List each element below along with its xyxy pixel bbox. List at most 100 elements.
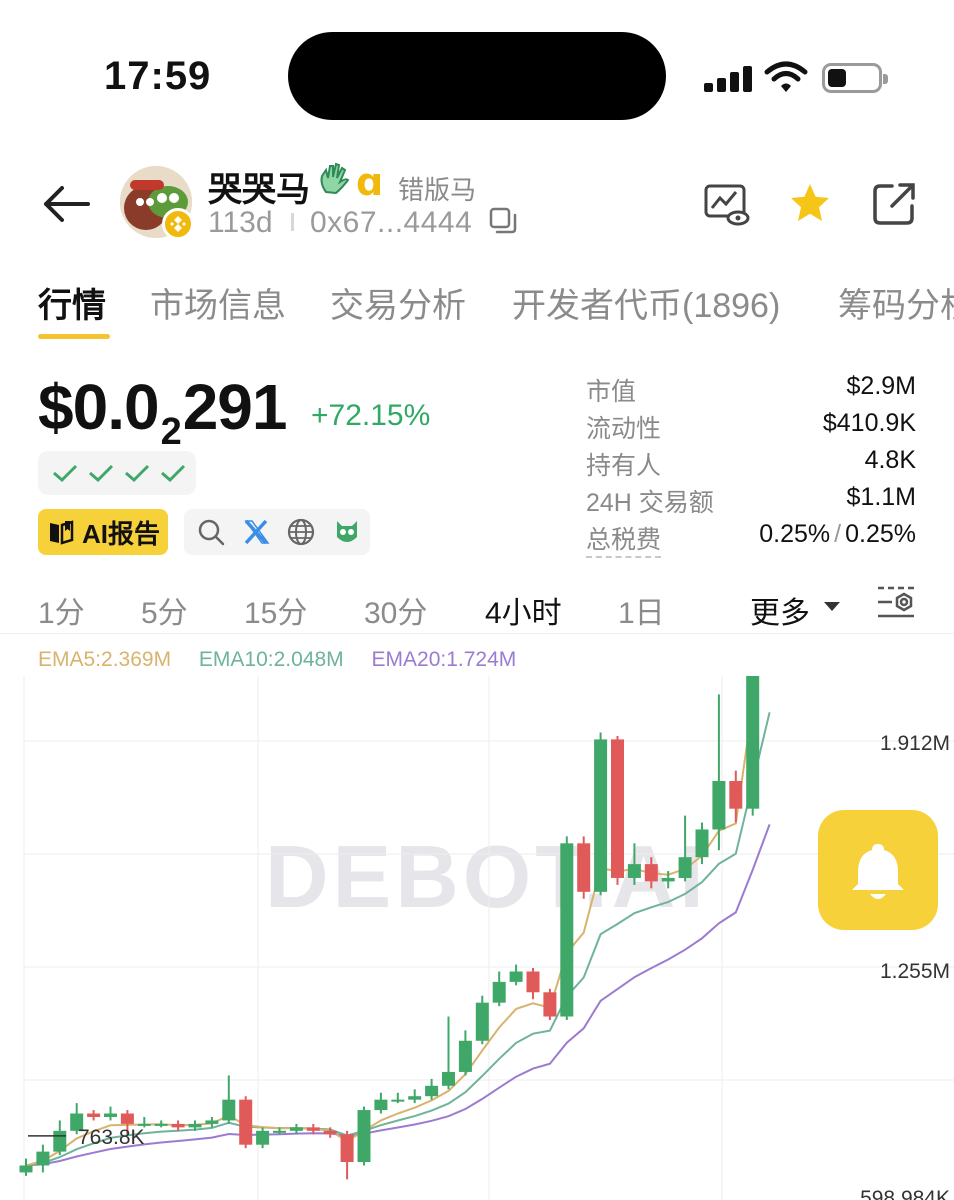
candle-body: [188, 1123, 202, 1128]
candle-body: [323, 1130, 337, 1135]
price-change: +72.15%: [311, 399, 431, 432]
owl-icon[interactable]: [332, 517, 362, 547]
ema20-label: EMA20:1.724M: [371, 648, 517, 671]
stat-value: $1.1M: [846, 483, 916, 511]
low-marker-label: 763.8K: [78, 1126, 145, 1149]
contract-address[interactable]: 0x67...4444: [310, 206, 472, 240]
book-icon: [50, 520, 74, 545]
battery-icon: [822, 63, 888, 93]
price-prefix: $0.0: [38, 371, 160, 443]
tab-trade-analysis[interactable]: 交易分析: [330, 278, 466, 327]
token-price: $0.0 2 291: [38, 370, 288, 453]
check-icon: [89, 464, 114, 483]
check-icon: [161, 464, 186, 483]
stat-label[interactable]: 总税费: [586, 520, 662, 558]
candle-body: [391, 1099, 405, 1102]
share-icon[interactable]: [870, 180, 918, 228]
ema-legend: EMA5:2.369M EMA10:2.048M EMA20:1.724M: [38, 648, 538, 672]
candle-body: [644, 864, 658, 882]
stat-value: 4.8K: [864, 446, 916, 474]
bell-icon: [852, 844, 904, 899]
globe-icon[interactable]: [286, 517, 316, 547]
copy-icon[interactable]: [488, 206, 518, 236]
safety-checks[interactable]: [38, 451, 196, 495]
buy-tax: 0.25%: [759, 520, 831, 548]
separator: [291, 213, 294, 231]
tab-dev-tokens[interactable]: 开发者代币(1896): [512, 278, 780, 327]
stat-label: 流动性: [586, 415, 662, 443]
tab-bar: 行情 市场信息 交易分析 开发者代币(1896) 筹码分析: [0, 272, 954, 344]
candle-body: [442, 1071, 455, 1086]
price-chart[interactable]: 3.227M1.912M1.255M598.984K2.918M3.227M76…: [0, 676, 954, 1200]
candle-body: [678, 857, 692, 878]
token-age: 113d: [208, 206, 273, 239]
y-axis-tick-label: 1.255M: [880, 960, 950, 983]
chevron-down-icon: [824, 602, 840, 611]
ai-report-button[interactable]: AI报告: [38, 509, 168, 555]
candle-body: [627, 864, 641, 878]
interval-1m[interactable]: 1分: [38, 588, 85, 632]
interval-5m[interactable]: 5分: [141, 588, 188, 632]
favorite-star-icon[interactable]: [786, 180, 834, 228]
candle-body: [425, 1085, 439, 1097]
price-alert-button[interactable]: [818, 810, 938, 930]
candle-body: [594, 739, 608, 892]
candle-body: [306, 1127, 320, 1131]
y-axis-tick-label: 1.912M: [880, 732, 950, 755]
ema5-line: [25, 676, 759, 1167]
token-stats: 市值 $2.9M 流动性 $410.9K 持有人 4.8K 24H 交易额 $1.1M …: [586, 372, 916, 558]
stat-value: $410.9K: [822, 409, 916, 437]
candle-body: [492, 981, 506, 1003]
candle-body: [171, 1123, 185, 1128]
price-digits: 291: [182, 371, 288, 443]
token-name: 哭哭马: [208, 171, 310, 209]
candle-body: [408, 1096, 422, 1100]
stat-label: 持有人: [586, 452, 662, 480]
stat-market-cap: 市值 $2.9M: [586, 372, 916, 409]
candle-body: [256, 1130, 270, 1145]
stat-label: 24H 交易额: [586, 489, 714, 517]
interval-30m[interactable]: 30分: [364, 588, 427, 632]
candle-body: [36, 1151, 50, 1166]
check-icon: [125, 464, 150, 483]
candle-body: [560, 843, 574, 1017]
chart-settings-icon[interactable]: [876, 582, 916, 622]
social-links: [184, 509, 370, 555]
back-arrow-icon[interactable]: [40, 182, 92, 226]
active-tab-indicator: [38, 334, 110, 339]
candle-body: [239, 1099, 253, 1145]
tab-chip-analysis[interactable]: 筹码分析: [838, 278, 954, 327]
stat-24h-volume: 24H 交易额 $1.1M: [586, 483, 916, 520]
candle-body: [222, 1099, 236, 1121]
interval-15m[interactable]: 15分: [244, 588, 307, 632]
tab-market[interactable]: 行情: [38, 278, 106, 327]
stat-total-tax[interactable]: 总税费 0.25%/0.25%: [586, 520, 916, 558]
more-intervals-button[interactable]: 更多: [750, 588, 810, 632]
candle-body: [475, 1002, 489, 1041]
candle-body: [87, 1113, 101, 1117]
stat-liquidity: 流动性 $410.9K: [586, 409, 916, 446]
stat-label: 市值: [586, 378, 637, 406]
bnb-chain-badge-icon: [162, 208, 194, 240]
candle-body: [273, 1130, 286, 1133]
y-axis-tick-label: 598.984K: [860, 1187, 950, 1200]
candle-body: [19, 1165, 33, 1173]
search-icon[interactable]: [196, 517, 226, 547]
candle-body: [543, 992, 557, 1017]
interval-4h[interactable]: 4小时: [485, 588, 562, 632]
candle-body: [695, 829, 709, 858]
watch-chart-icon[interactable]: [702, 180, 750, 228]
candle-body: [374, 1099, 388, 1111]
status-time: 17:59: [104, 54, 212, 98]
ema10-label: EMA10:2.048M: [198, 648, 344, 671]
interval-1d[interactable]: 1日: [618, 588, 665, 632]
candle-body: [509, 971, 523, 982]
wifi-icon: [764, 61, 808, 92]
x-twitter-icon[interactable]: [242, 517, 272, 547]
candle-body: [746, 676, 760, 809]
candle-body: [53, 1130, 67, 1152]
tab-market-info[interactable]: 市场信息: [150, 278, 286, 327]
hand-wave-icon: [318, 162, 350, 204]
token-alias: 错版马: [398, 175, 477, 205]
dynamic-island: [288, 32, 666, 120]
